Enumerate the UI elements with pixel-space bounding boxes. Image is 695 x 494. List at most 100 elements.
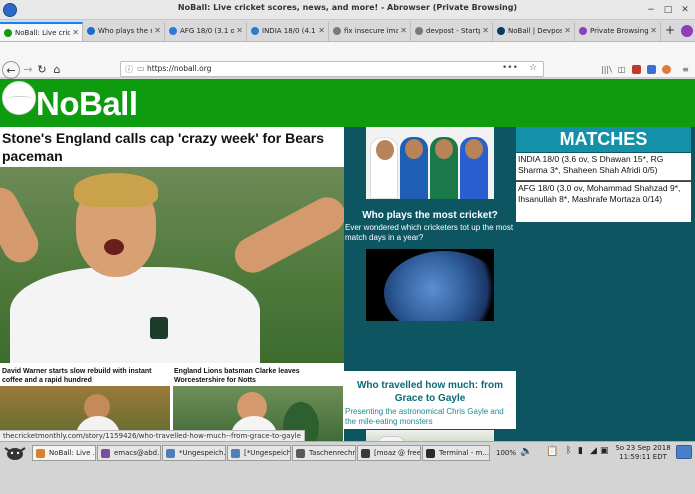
site-header: NoBall (0, 79, 695, 127)
navigation-toolbar: ← → ↻ ⌂ ⓘ ▭ https://noball.org ••• ☆ |||… (0, 42, 695, 79)
gnu-logo-icon (4, 447, 26, 460)
tab-label: Private Browsing (590, 27, 648, 35)
tab-favicon-icon (415, 27, 423, 35)
taskbar-item-browser[interactable]: NoBall: Live ... (32, 445, 96, 461)
site-brand[interactable]: NoBall (36, 85, 138, 123)
tab-noball-devpost[interactable]: NoBall | Devpost ✕ (493, 22, 575, 41)
sidebar-icon[interactable]: ◫ (617, 65, 626, 74)
close-window-button[interactable]: ✕ (678, 3, 692, 17)
tab-favicon-icon (169, 27, 177, 35)
tab-label: NoBall: Live cricket (15, 29, 70, 37)
tab-afg-score[interactable]: AFG 18/0 (3.1 ov ✕ (165, 22, 247, 41)
features-column: Who plays the most cricket? Ever wondere… (344, 127, 516, 441)
tab-favicon-icon (333, 27, 341, 35)
library-icon[interactable]: |||\ (601, 65, 612, 74)
tab-close-icon[interactable]: ✕ (482, 26, 489, 35)
team-crest-icon (150, 317, 168, 339)
tab-close-icon[interactable]: ✕ (650, 26, 657, 35)
url-text[interactable]: https://noball.org (147, 64, 211, 73)
clock-time: 11:59:11 EDT (619, 453, 667, 461)
feature-image-players[interactable] (366, 127, 494, 199)
feature-title[interactable]: Who travelled how much: from Grace to Ga… (348, 379, 512, 405)
menu-icon[interactable]: ≡ (681, 65, 690, 74)
taskbar-item-unsaved2[interactable]: [*Ungespeich... (227, 445, 291, 461)
tab-close-icon[interactable]: ✕ (236, 26, 243, 35)
cricket-ball-logo-icon[interactable] (2, 81, 36, 115)
match-score-india[interactable]: INDIA 18/0 (3.6 ov, S Dhawan 15*, RG Sha… (516, 153, 691, 181)
matches-column: MATCHES INDIA 18/0 (3.6 ov, S Dhawan 15*… (516, 127, 695, 441)
feature-image-cricket[interactable] (366, 430, 494, 441)
main-story-column: Stone's England calls cap 'crazy week' f… (0, 127, 344, 441)
system-tray: 100% 🔈 📋 ᛒ ▮ ◢ ▣ (494, 444, 612, 462)
tab-strip: NoBall: Live cricket ✕ Who plays the mos… (0, 20, 695, 42)
battery-icon[interactable]: ▮ (578, 446, 583, 456)
sub-story-headline[interactable]: England Lions batsman Clarke leaves Worc… (174, 367, 340, 385)
extension-icon[interactable] (647, 65, 656, 74)
hero-image[interactable] (0, 167, 344, 363)
clock[interactable]: So 23 Sep 2018 11:59:11 EDT (614, 444, 672, 462)
tab-fix-insecure[interactable]: fix insecure imag ✕ (329, 22, 411, 41)
tab-favicon-icon (251, 27, 259, 35)
sub-story-headline[interactable]: David Warner starts slow rebuild with in… (2, 367, 168, 385)
tab-label: AFG 18/0 (3.1 ov (180, 27, 234, 35)
main-headline[interactable]: Stone's England calls cap 'crazy week' f… (2, 129, 342, 165)
feature-title[interactable]: Who plays the most cricket? (348, 209, 512, 222)
maximize-button[interactable]: □ (661, 3, 675, 17)
bookmark-star-icon[interactable]: ☆ (529, 63, 537, 73)
clipboard-icon[interactable]: 📋 (546, 446, 558, 457)
battery-percent: 100% (496, 449, 517, 457)
tab-close-icon[interactable]: ✕ (400, 26, 407, 35)
window-titlebar: NoBall: Live cricket scores, news, and m… (0, 0, 695, 20)
match-score-afg[interactable]: AFG 18/0 (3.0 ov, Mohammad Shahzad 9*, I… (516, 182, 691, 222)
tab-india-score[interactable]: INDIA 18/0 (4.1 ov ✕ (247, 22, 329, 41)
tab-label: INDIA 18/0 (4.1 ov (262, 27, 316, 35)
feature-description: Presenting the astronomical Chris Gayle … (345, 407, 504, 426)
tab-favicon-icon (579, 27, 587, 35)
tab-close-icon[interactable]: ✕ (318, 26, 325, 35)
ublock-icon[interactable] (632, 65, 641, 74)
tab-close-icon[interactable]: ✕ (72, 28, 79, 37)
monitor-icon[interactable]: ▣ (600, 446, 609, 456)
taskbar-item-terminal[interactable]: Terminal - m... (422, 445, 490, 461)
tab-favicon-icon (4, 29, 12, 37)
private-browsing-icon (681, 25, 693, 37)
tab-label: NoBall | Devpost (508, 27, 562, 35)
url-bar[interactable]: ⓘ ▭ https://noball.org ••• ☆ (120, 61, 544, 77)
page-actions-button[interactable]: ••• (502, 63, 518, 73)
clock-date: So 23 Sep 2018 (615, 444, 671, 452)
status-url: thecricketmonthly.com/story/1159426/who-… (0, 430, 305, 441)
site-info-icon[interactable]: ⓘ (125, 64, 133, 75)
lock-icon: ▭ (137, 64, 145, 73)
window-title: NoBall: Live cricket scores, news, and m… (177, 3, 518, 12)
tab-label: fix insecure imag (344, 27, 398, 35)
back-button[interactable]: ← (2, 61, 20, 79)
show-desktop-icon[interactable] (676, 445, 692, 459)
tab-favicon-icon (497, 27, 505, 35)
new-tab-button[interactable]: + (665, 23, 675, 37)
tab-devpost-startpage[interactable]: devpost - Startp ✕ (411, 22, 493, 41)
minimize-button[interactable]: − (644, 3, 658, 17)
tab-who-plays[interactable]: Who plays the most ✕ (83, 22, 165, 41)
taskbar-item-irc[interactable]: [moaz @ free... (357, 445, 421, 461)
tab-private-browsing[interactable]: Private Browsing ✕ (575, 22, 661, 41)
web-page: NoBall Stone's England calls cap 'crazy … (0, 79, 695, 441)
matches-heading: MATCHES (516, 127, 691, 152)
taskbar: NoBall: Live ... emacs@abd... *Ungespeic… (0, 441, 695, 494)
feature-image-earth[interactable] (366, 249, 494, 321)
network-icon[interactable]: ◢ (590, 446, 597, 456)
tab-close-icon[interactable]: ✕ (564, 26, 571, 35)
tab-label: Who plays the most (98, 27, 152, 35)
bluetooth-icon[interactable]: ᛒ (566, 446, 571, 456)
extension-fox-icon[interactable] (662, 65, 671, 74)
volume-icon[interactable]: 🔈 (520, 446, 532, 457)
feature-description: Ever wondered which cricketers tot up th… (345, 223, 514, 242)
start-menu-button[interactable] (2, 444, 28, 462)
taskbar-item-calculator[interactable]: Taschenrechner (292, 445, 356, 461)
tab-close-icon[interactable]: ✕ (154, 26, 161, 35)
tab-noball[interactable]: NoBall: Live cricket ✕ (0, 22, 83, 41)
tab-favicon-icon (87, 27, 95, 35)
home-button[interactable]: ⌂ (48, 61, 66, 79)
taskbar-item-emacs[interactable]: emacs@abd... (97, 445, 161, 461)
tab-label: devpost - Startp (426, 27, 480, 35)
taskbar-item-unsaved1[interactable]: *Ungespeich... (162, 445, 226, 461)
